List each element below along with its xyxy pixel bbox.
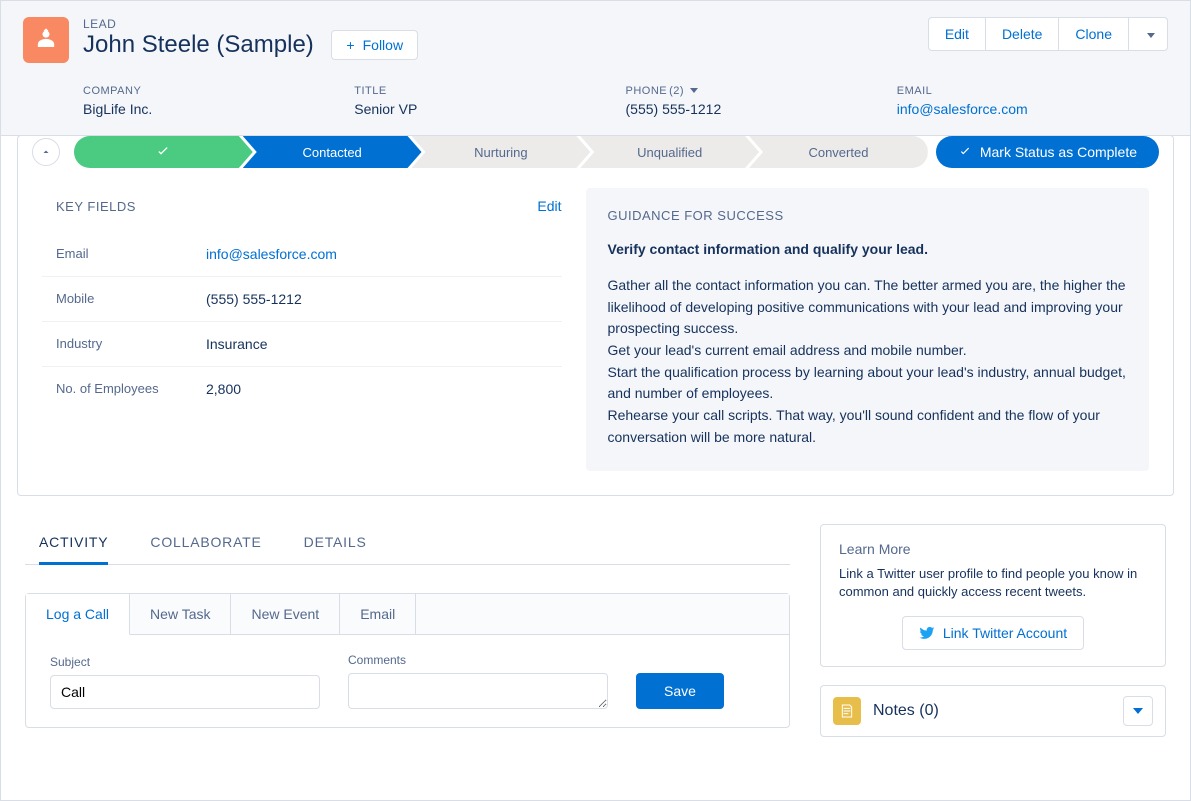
notes-card: Notes (0) [820, 685, 1166, 737]
comments-input[interactable] [348, 673, 608, 709]
check-icon [155, 144, 171, 160]
check-icon [958, 145, 972, 159]
app-frame: LEAD John Steele (Sample) + Follow Edit … [0, 0, 1191, 801]
title-value: Senior VP [354, 101, 625, 117]
follow-button[interactable]: + Follow [331, 30, 418, 60]
guidance-panel: GUIDANCE FOR SUCCESS Verify contact info… [586, 188, 1150, 471]
save-button[interactable]: Save [636, 673, 724, 709]
email-label: EMAIL [897, 85, 1168, 97]
tab-activity[interactable]: ACTIVITY [39, 524, 108, 565]
learn-more-title: Learn More [839, 541, 1147, 557]
guidance-verify: Verify contact information and qualify y… [608, 241, 1128, 257]
subtab-new-event[interactable]: New Event [231, 594, 340, 634]
comments-label: Comments [348, 653, 608, 667]
subject-input[interactable] [50, 675, 320, 709]
learn-more-body: Link a Twitter user profile to find peop… [839, 565, 1147, 603]
key-fields-edit[interactable]: Edit [537, 198, 561, 214]
kf-value[interactable]: info@salesforce.com [206, 246, 337, 262]
subtab-email[interactable]: Email [340, 594, 416, 634]
kf-value: 2,800 [206, 381, 241, 397]
path-step-complete[interactable] [74, 136, 253, 168]
object-label: LEAD [83, 17, 928, 31]
notes-title[interactable]: Notes (0) [873, 702, 1123, 720]
record-name: John Steele (Sample) [83, 31, 314, 58]
mark-complete-button[interactable]: Mark Status as Complete [936, 136, 1159, 168]
guidance-body: Gather all the contact information you c… [608, 275, 1128, 449]
detail-tabs: ACTIVITY COLLABORATE DETAILS [25, 524, 790, 565]
lead-icon [23, 17, 69, 63]
edit-button[interactable]: Edit [928, 17, 986, 51]
kf-label: Email [56, 246, 206, 262]
company-label: COMPANY [83, 85, 354, 97]
key-field-row: No. of Employees 2,800 [42, 367, 562, 411]
kf-label: Mobile [56, 291, 206, 307]
company-value: BigLife Inc. [83, 101, 354, 117]
key-field-row: Industry Insurance [42, 322, 562, 367]
kf-label: Industry [56, 336, 206, 352]
key-fields: KEY FIELDS Edit Email info@salesforce.co… [42, 188, 562, 471]
path-step-unqualified[interactable]: Unqualified [580, 136, 759, 168]
activity-subtabs: Log a Call New Task New Event Email [26, 594, 789, 635]
phone-value[interactable]: (555) 555-1212 [626, 101, 897, 117]
kf-label: No. of Employees [56, 381, 206, 397]
path-step-converted[interactable]: Converted [749, 136, 928, 168]
path-steps: Contacted Nurturing Unqualified Converte… [74, 136, 928, 168]
subtab-new-task[interactable]: New Task [130, 594, 231, 634]
phone-label[interactable]: PHONE (2) [626, 85, 897, 97]
notes-icon [833, 697, 861, 725]
plus-icon: + [346, 37, 354, 53]
record-header: LEAD John Steele (Sample) + Follow Edit … [1, 1, 1190, 136]
key-fields-title: KEY FIELDS [56, 199, 136, 214]
twitter-icon [919, 625, 935, 641]
notes-menu-button[interactable] [1123, 696, 1153, 726]
phone-count: (2) [669, 85, 684, 97]
guidance-title: GUIDANCE FOR SUCCESS [608, 208, 1128, 223]
caret-down-icon [690, 88, 698, 93]
subject-label: Subject [50, 655, 320, 669]
path-collapse-button[interactable] [32, 138, 60, 166]
key-field-row: Email info@salesforce.com [42, 232, 562, 277]
follow-label: Follow [363, 37, 403, 53]
delete-button[interactable]: Delete [986, 17, 1059, 51]
clone-button[interactable]: Clone [1059, 17, 1129, 51]
summary-row: COMPANY BigLife Inc. TITLE Senior VP PHO… [23, 85, 1168, 117]
learn-more-card: Learn More Link a Twitter user profile t… [820, 524, 1166, 668]
kf-value: Insurance [206, 336, 267, 352]
caret-down-icon [1133, 708, 1143, 714]
header-actions: Edit Delete Clone [928, 17, 1168, 51]
more-actions-button[interactable] [1129, 17, 1168, 51]
path-step-nurturing[interactable]: Nurturing [412, 136, 591, 168]
caret-down-icon [1147, 33, 1155, 38]
tab-details[interactable]: DETAILS [304, 524, 367, 565]
key-field-row: Mobile (555) 555-1212 [42, 277, 562, 322]
chevron-up-icon [40, 146, 52, 158]
activity-card: Log a Call New Task New Event Email Subj… [25, 593, 790, 728]
kf-value: (555) 555-1212 [206, 291, 302, 307]
subtab-log-call[interactable]: Log a Call [26, 594, 130, 635]
title-label: TITLE [354, 85, 625, 97]
email-value[interactable]: info@salesforce.com [897, 101, 1168, 117]
path-step-contacted[interactable]: Contacted [243, 136, 422, 168]
path-card: Contacted Nurturing Unqualified Converte… [17, 135, 1174, 496]
tab-collaborate[interactable]: COLLABORATE [150, 524, 261, 565]
link-twitter-button[interactable]: Link Twitter Account [902, 616, 1084, 650]
